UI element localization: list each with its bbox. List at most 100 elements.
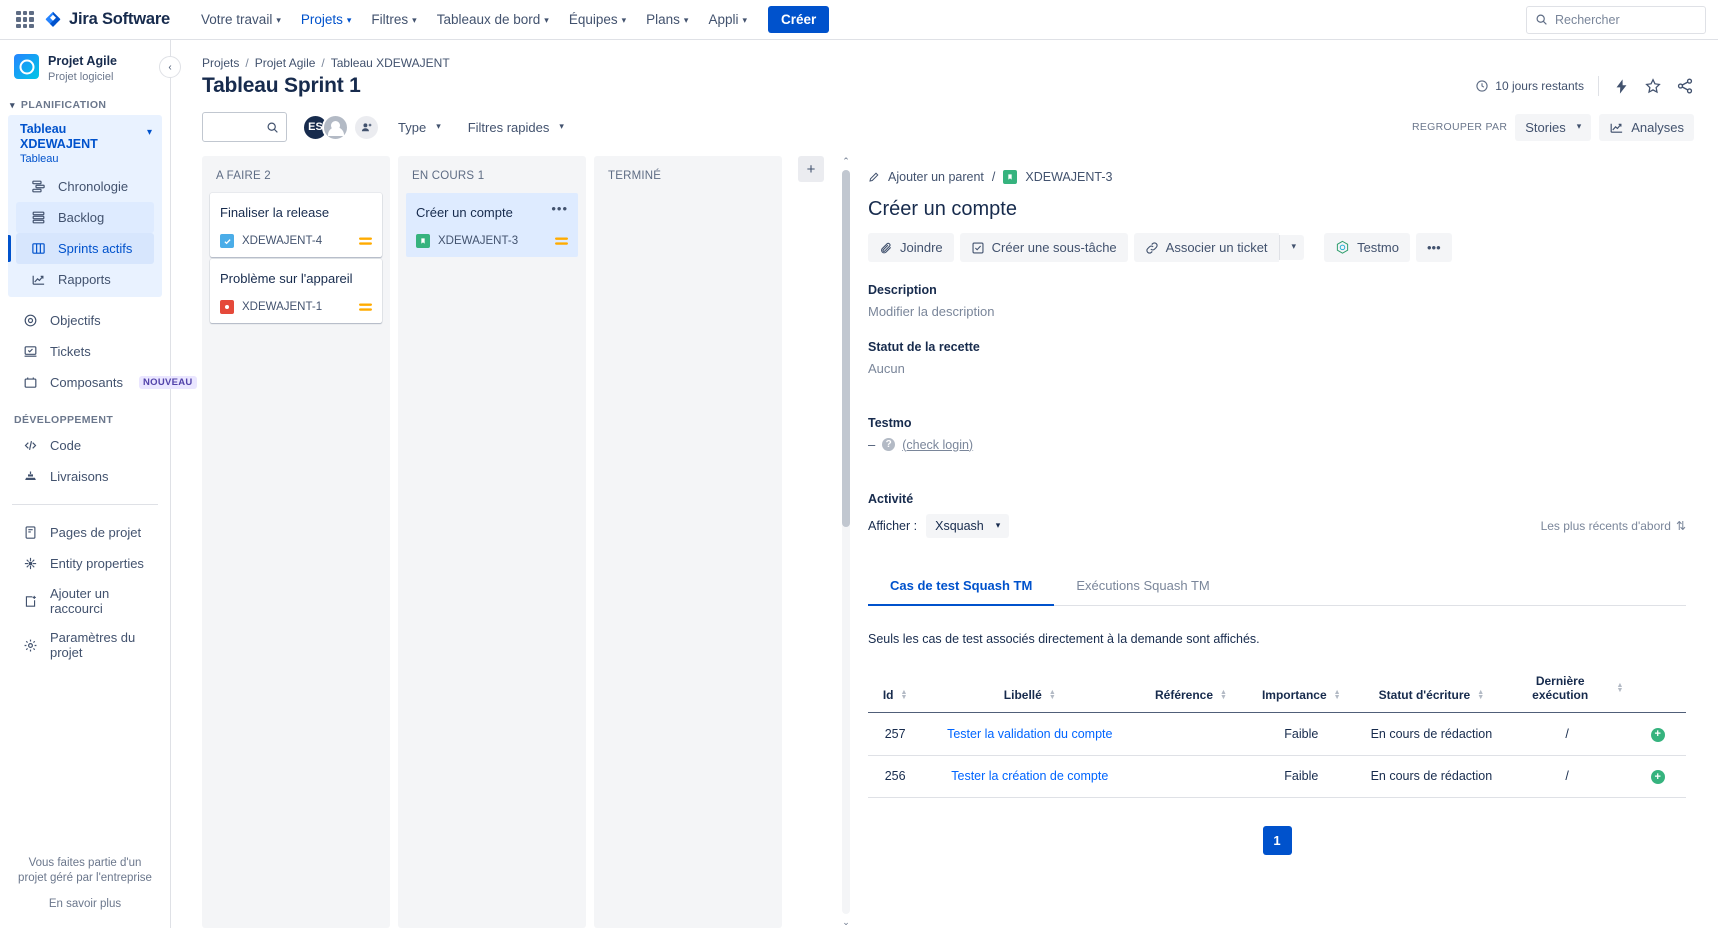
nav-item-appli[interactable]: Appli▾ bbox=[699, 6, 756, 33]
sidebar-collapse-button[interactable]: ‹ bbox=[159, 56, 181, 78]
sidebar-board-header[interactable]: Tableau XDEWAJENT Tableau ▾ bbox=[8, 117, 162, 171]
sidebar-item-ajouter-un-raccourci[interactable]: Ajouter un raccourci bbox=[8, 579, 162, 623]
more-actions-button[interactable]: ••• bbox=[1416, 233, 1452, 262]
star-icon[interactable] bbox=[1644, 77, 1662, 95]
card-more-actions-icon[interactable]: ••• bbox=[551, 204, 568, 214]
chevron-down-icon[interactable]: ▾ bbox=[147, 122, 152, 138]
issue-title[interactable]: Créer un compte bbox=[868, 198, 1686, 221]
board-card-selected[interactable]: Créer un compte ••• XDEWAJENT-3 bbox=[406, 193, 578, 257]
add-execution-icon[interactable]: + bbox=[1651, 728, 1665, 742]
scroll-up-icon[interactable]: ⌃ bbox=[842, 156, 850, 167]
cell-libelle: Tester la validation du compte bbox=[922, 713, 1137, 756]
link-issue-button[interactable]: Associer un ticket bbox=[1134, 233, 1279, 262]
card-issue-key[interactable]: XDEWAJENT-4 bbox=[242, 235, 322, 247]
nav-item-filtres[interactable]: Filtres▾ bbox=[362, 6, 425, 33]
sidebar-item-livraisons[interactable]: Livraisons bbox=[8, 461, 162, 492]
board-card[interactable]: Problème sur l'appareil XDEWAJENT-1 bbox=[210, 259, 382, 323]
board-search-input[interactable] bbox=[202, 112, 287, 142]
breadcrumb-projets[interactable]: Projets bbox=[202, 56, 239, 70]
board-column-termine: TERMINÉ bbox=[594, 156, 782, 928]
col-header-id[interactable]: Id▲▼ bbox=[868, 668, 922, 713]
sort-icon: ▲▼ bbox=[1477, 690, 1484, 700]
scrollbar-track[interactable] bbox=[842, 170, 850, 914]
column-name: EN COURS bbox=[412, 170, 474, 182]
table-row[interactable]: 257 Tester la validation du compte Faibl… bbox=[868, 713, 1686, 756]
nav-item-equipes[interactable]: Équipes▾ bbox=[560, 6, 635, 33]
col-header-derniere-execution[interactable]: Dernière exécution▲▼ bbox=[1505, 668, 1629, 713]
quick-filters-button[interactable]: Filtres rapides ▾ bbox=[459, 114, 573, 141]
table-row[interactable]: 256 Tester la création de compte Faible … bbox=[868, 755, 1686, 798]
global-search-placeholder: Rechercher bbox=[1555, 13, 1620, 27]
activity-sort-toggle[interactable]: Les plus récents d'abord ⇅ bbox=[1541, 519, 1686, 533]
description-value[interactable]: Modifier la description bbox=[868, 304, 1686, 319]
tab-executions-squash-tm[interactable]: Exécutions Squash TM bbox=[1054, 568, 1231, 606]
test-case-link[interactable]: Tester la création de compte bbox=[951, 769, 1108, 783]
sidebar-item-parametres-du-projet[interactable]: Paramètres du projet bbox=[8, 623, 162, 667]
board-card[interactable]: Finaliser la release XDEWAJENT-4 bbox=[210, 193, 382, 257]
test-case-link[interactable]: Tester la validation du compte bbox=[947, 727, 1112, 741]
board-vertical-scrollbar[interactable]: ⌃ ⌄ bbox=[840, 156, 852, 928]
breadcrumb-separator: / bbox=[321, 56, 324, 70]
sidebar-item-chronologie[interactable]: Chronologie bbox=[16, 171, 154, 202]
sidebar-item-rapports[interactable]: Rapports bbox=[16, 264, 154, 295]
add-column-button[interactable]: + bbox=[798, 156, 824, 182]
chevron-down-icon: ▾ bbox=[544, 15, 549, 25]
app-switcher-icon[interactable] bbox=[16, 11, 34, 29]
testmo-button[interactable]: Testmo bbox=[1324, 233, 1410, 262]
sidebar-item-pages-de-projet[interactable]: Pages de projet bbox=[8, 517, 162, 548]
sidebar-item-sprints-actifs[interactable]: Sprints actifs bbox=[16, 233, 154, 264]
sidebar-item-entity-properties[interactable]: Entity properties bbox=[8, 548, 162, 579]
attach-button[interactable]: Joindre bbox=[868, 233, 954, 262]
add-parent-link[interactable]: Ajouter un parent bbox=[888, 170, 984, 184]
global-search-input[interactable]: Rechercher bbox=[1526, 6, 1706, 34]
cell-statut: En cours de rédaction bbox=[1358, 713, 1505, 756]
breadcrumb-tableau[interactable]: Tableau XDEWAJENT bbox=[331, 56, 450, 70]
create-subtask-button[interactable]: Créer une sous-tâche bbox=[960, 233, 1128, 262]
card-issue-key[interactable]: XDEWAJENT-1 bbox=[242, 301, 322, 313]
share-icon[interactable] bbox=[1676, 77, 1694, 95]
board-name: Tableau XDEWAJENT bbox=[20, 122, 147, 152]
sidebar-item-composants[interactable]: Composants NOUVEAU bbox=[8, 367, 162, 398]
nav-item-votre-travail[interactable]: Votre travail▾ bbox=[192, 6, 290, 33]
sidebar-section-planification[interactable]: ▾ PLANIFICATION bbox=[0, 91, 170, 115]
sidebar-item-backlog[interactable]: Backlog bbox=[16, 202, 154, 233]
nav-item-plans[interactable]: Plans▾ bbox=[637, 6, 697, 33]
col-header-statut-ecriture[interactable]: Statut d'écriture▲▼ bbox=[1358, 668, 1505, 713]
tab-cas-de-test-squash-tm[interactable]: Cas de test Squash TM bbox=[868, 568, 1054, 606]
sidebar-item-code[interactable]: Code bbox=[8, 430, 162, 461]
col-header-importance[interactable]: Importance▲▼ bbox=[1245, 668, 1358, 713]
insights-button[interactable]: Analyses bbox=[1599, 114, 1694, 141]
nav-item-tableaux-de-bord[interactable]: Tableaux de bord▾ bbox=[428, 6, 558, 33]
add-execution-icon[interactable]: + bbox=[1651, 770, 1665, 784]
create-button[interactable]: Créer bbox=[768, 6, 829, 33]
card-title: Finaliser la release bbox=[220, 204, 329, 221]
description-label: Description bbox=[868, 283, 1686, 297]
sidebar-project-header[interactable]: Projet Agile Projet logiciel bbox=[0, 40, 170, 91]
avatar[interactable] bbox=[322, 114, 349, 141]
reports-icon bbox=[30, 271, 47, 288]
sidebar-footer-link[interactable]: En savoir plus bbox=[14, 898, 156, 910]
cell-action: + bbox=[1629, 713, 1686, 756]
breadcrumb-projet-agile[interactable]: Projet Agile bbox=[255, 56, 316, 70]
add-people-button[interactable] bbox=[353, 114, 380, 141]
group-by-select[interactable]: Stories ▾ bbox=[1515, 114, 1591, 141]
scrollbar-thumb[interactable] bbox=[842, 170, 850, 527]
link-issue-label: Associer un ticket bbox=[1166, 240, 1268, 255]
sidebar-item-objectifs[interactable]: Objectifs bbox=[8, 305, 162, 336]
page-button-1[interactable]: 1 bbox=[1263, 826, 1292, 855]
issue-key-link[interactable]: XDEWAJENT-3 bbox=[1025, 170, 1112, 184]
help-icon[interactable]: ? bbox=[882, 438, 895, 451]
scroll-down-icon[interactable]: ⌄ bbox=[842, 917, 850, 928]
card-issue-key[interactable]: XDEWAJENT-3 bbox=[438, 235, 518, 247]
automation-icon[interactable] bbox=[1613, 78, 1630, 95]
jira-brand-logo[interactable]: Jira Software bbox=[44, 10, 170, 29]
testmo-icon bbox=[1335, 240, 1350, 255]
link-issue-dropdown-button[interactable]: ▾ bbox=[1279, 235, 1305, 260]
check-login-link[interactable]: (check login) bbox=[902, 438, 973, 452]
type-filter-button[interactable]: Type ▾ bbox=[389, 114, 450, 141]
nav-item-projets[interactable]: Projets▾ bbox=[292, 6, 361, 33]
sidebar-item-tickets[interactable]: Tickets bbox=[8, 336, 162, 367]
activity-filter-select[interactable]: Xsquash ▾ bbox=[926, 514, 1009, 538]
col-header-reference[interactable]: Référence▲▼ bbox=[1137, 668, 1244, 713]
col-header-libelle[interactable]: Libellé▲▼ bbox=[922, 668, 1137, 713]
